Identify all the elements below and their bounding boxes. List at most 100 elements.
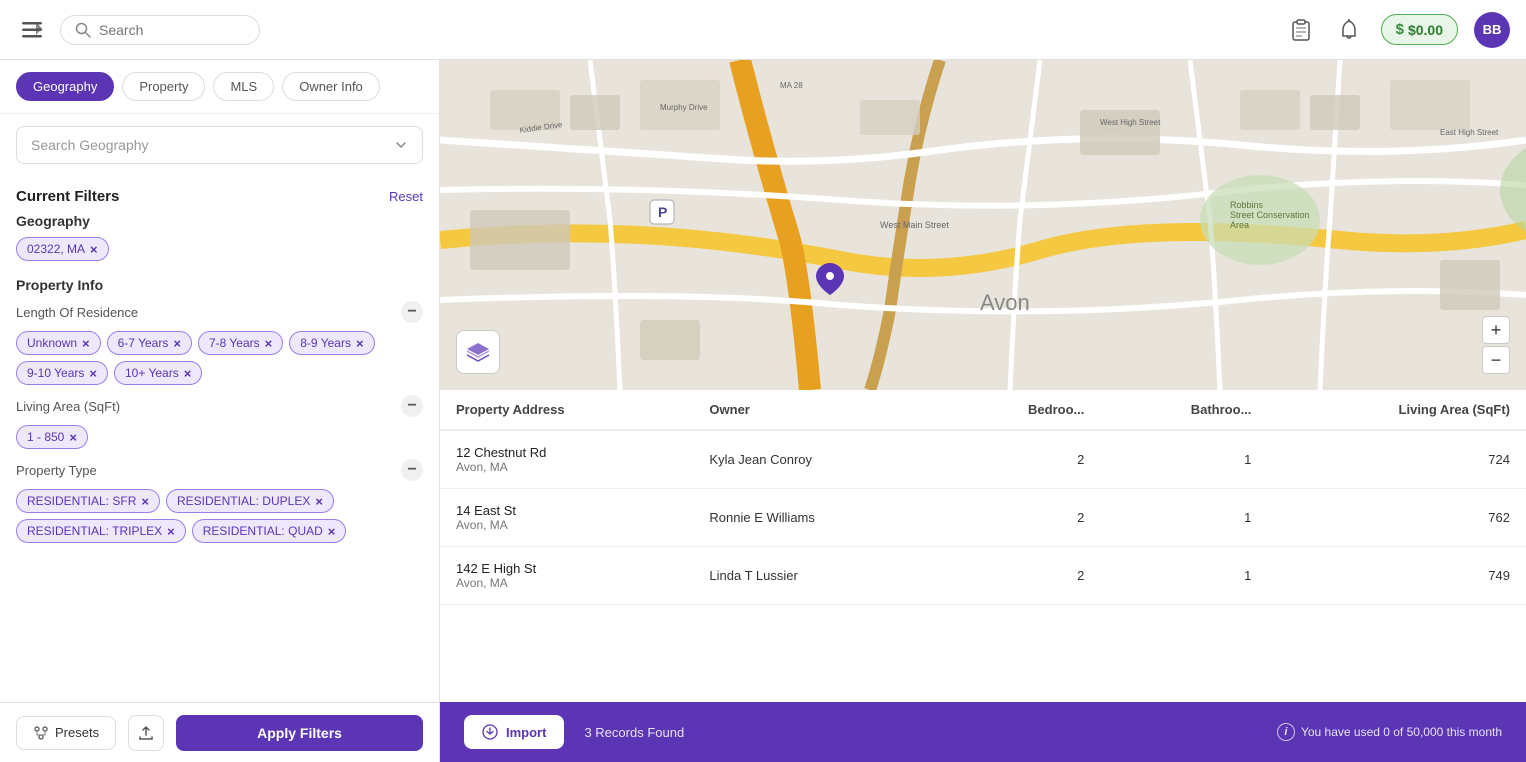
right-panel: Robbins Street Conservation Area Kiddie …: [440, 60, 1526, 762]
cell-bedrooms-0: 2: [941, 430, 1100, 489]
svg-text:Street Conservation: Street Conservation: [1230, 210, 1310, 220]
lor-tag-10plus[interactable]: 10+ Years ×: [114, 361, 202, 385]
lor-tag-6-7-remove[interactable]: ×: [173, 337, 181, 350]
table-row[interactable]: 12 Chestnut Rd Avon, MA Kyla Jean Conroy…: [440, 430, 1526, 489]
lor-tag-9-10[interactable]: 9-10 Years ×: [16, 361, 108, 385]
living-area-collapse-button[interactable]: −: [401, 395, 423, 417]
lor-tag-unknown-remove[interactable]: ×: [82, 337, 90, 350]
property-type-collapse-button[interactable]: −: [401, 459, 423, 481]
address-line1-1: 14 East St: [456, 503, 677, 518]
filter-section: Current Filters Reset Geography 02322, M…: [0, 176, 439, 702]
lor-tag-8-9[interactable]: 8-9 Years ×: [289, 331, 374, 355]
living-area-header: Living Area (SqFt) −: [16, 395, 423, 417]
lor-tag-9-10-label: 9-10 Years: [27, 366, 84, 380]
records-found: 3 Records Found: [584, 725, 684, 740]
cell-bedrooms-1: 2: [941, 489, 1100, 547]
svg-text:Avon: Avon: [980, 290, 1030, 315]
lor-collapse-button[interactable]: −: [401, 301, 423, 323]
map-area[interactable]: Robbins Street Conservation Area Kiddie …: [440, 60, 1526, 390]
svg-text:West Main Street: West Main Street: [880, 220, 949, 230]
property-type-quad-remove[interactable]: ×: [328, 525, 336, 538]
clipboard-icon[interactable]: [1285, 14, 1317, 46]
svg-text:Robbins: Robbins: [1230, 200, 1264, 210]
property-type-header: Property Type −: [16, 459, 423, 481]
current-filters-header: Current Filters Reset: [16, 176, 423, 213]
apply-filters-button[interactable]: Apply Filters: [176, 715, 423, 751]
property-info-filter-group: Property Info Length Of Residence − Unkn…: [16, 277, 423, 543]
sidebar-bottom-bar: Presets Apply Filters: [0, 702, 439, 762]
table-row[interactable]: 142 E High St Avon, MA Linda T Lussier 2…: [440, 547, 1526, 605]
header-left: [16, 14, 260, 46]
svg-text:MA 28: MA 28: [780, 81, 803, 90]
search-input[interactable]: [99, 22, 219, 38]
property-type-tags: RESIDENTIAL: SFR × RESIDENTIAL: DUPLEX ×…: [16, 489, 423, 543]
import-button[interactable]: Import: [464, 715, 564, 749]
cell-bedrooms-2: 2: [941, 547, 1100, 605]
tab-geography[interactable]: Geography: [16, 72, 114, 101]
lor-label: Length Of Residence: [16, 305, 138, 320]
info-icon: i: [1277, 723, 1295, 741]
results-table: Property Address Owner Bedroo... Bathroo…: [440, 390, 1526, 605]
balance-button[interactable]: $ $0.00: [1381, 14, 1458, 45]
property-type-duplex[interactable]: RESIDENTIAL: DUPLEX ×: [166, 489, 334, 513]
lor-tag-10plus-remove[interactable]: ×: [184, 367, 192, 380]
svg-text:East High Street: East High Street: [1440, 128, 1499, 137]
main-layout: Geography Property MLS Owner Info Search…: [0, 60, 1526, 762]
cell-bathrooms-2: 1: [1100, 547, 1267, 605]
property-type-sfr-remove[interactable]: ×: [141, 495, 149, 508]
map-layers-button[interactable]: [456, 330, 500, 374]
geography-tag-remove[interactable]: ×: [90, 243, 98, 256]
reset-button[interactable]: Reset: [389, 189, 423, 204]
lor-tag-7-8-remove[interactable]: ×: [265, 337, 273, 350]
usage-info: i You have used 0 of 50,000 this month: [1277, 723, 1502, 741]
property-type-duplex-remove[interactable]: ×: [315, 495, 323, 508]
search-geo-placeholder: Search Geography: [31, 137, 149, 153]
col-owner: Owner: [693, 390, 941, 430]
avatar[interactable]: BB: [1474, 12, 1510, 48]
cell-owner-1: Ronnie E Williams: [693, 489, 941, 547]
address-line2-0: Avon, MA: [456, 460, 677, 474]
table-row[interactable]: 14 East St Avon, MA Ronnie E Williams 2 …: [440, 489, 1526, 547]
lor-tag-6-7[interactable]: 6-7 Years ×: [107, 331, 192, 355]
tab-property[interactable]: Property: [122, 72, 205, 101]
header-right: $ $0.00 BB: [1285, 12, 1510, 48]
chevron-down-icon: [394, 138, 408, 152]
export-button[interactable]: [128, 715, 164, 751]
lor-tag-8-9-label: 8-9 Years: [300, 336, 351, 350]
lor-tag-8-9-remove[interactable]: ×: [356, 337, 364, 350]
tab-mls[interactable]: MLS: [213, 72, 274, 101]
zoom-in-button[interactable]: +: [1482, 316, 1510, 344]
lor-tag-9-10-remove[interactable]: ×: [89, 367, 97, 380]
map-zoom-controls: + −: [1482, 316, 1510, 374]
living-area-tag-1-850[interactable]: 1 - 850 ×: [16, 425, 88, 449]
notification-icon[interactable]: [1333, 14, 1365, 46]
geography-filter-group: Geography 02322, MA ×: [16, 213, 423, 261]
cell-address-2: 142 E High St Avon, MA: [440, 547, 693, 605]
col-bathrooms: Bathroo...: [1100, 390, 1267, 430]
dollar-sign-icon: $: [1396, 21, 1404, 38]
living-area-tag-remove[interactable]: ×: [69, 431, 77, 444]
geography-tag-02322[interactable]: 02322, MA ×: [16, 237, 109, 261]
balance-amount: $0.00: [1408, 22, 1443, 38]
living-area-label: Living Area (SqFt): [16, 399, 120, 414]
living-area-tag-label: 1 - 850: [27, 430, 64, 444]
geography-tag-label: 02322, MA: [27, 242, 85, 256]
cell-living-area-0: 724: [1267, 430, 1526, 489]
lor-tag-unknown[interactable]: Unknown ×: [16, 331, 101, 355]
search-bar[interactable]: [60, 15, 260, 45]
address-line2-2: Avon, MA: [456, 576, 677, 590]
import-icon: [482, 724, 498, 740]
property-type-triplex[interactable]: RESIDENTIAL: TRIPLEX ×: [16, 519, 186, 543]
property-type-triplex-remove[interactable]: ×: [167, 525, 175, 538]
property-type-sfr[interactable]: RESIDENTIAL: SFR ×: [16, 489, 160, 513]
svg-text:Area: Area: [1230, 220, 1249, 230]
zoom-out-button[interactable]: −: [1482, 346, 1510, 374]
tab-owner-info[interactable]: Owner Info: [282, 72, 380, 101]
property-type-quad[interactable]: RESIDENTIAL: QUAD ×: [192, 519, 347, 543]
search-geography-input[interactable]: Search Geography: [16, 126, 423, 164]
collapse-sidebar-button[interactable]: [16, 14, 48, 46]
property-type-quad-label: RESIDENTIAL: QUAD: [203, 524, 323, 538]
col-property-address: Property Address: [440, 390, 693, 430]
lor-tag-7-8[interactable]: 7-8 Years ×: [198, 331, 283, 355]
presets-button[interactable]: Presets: [16, 716, 116, 750]
